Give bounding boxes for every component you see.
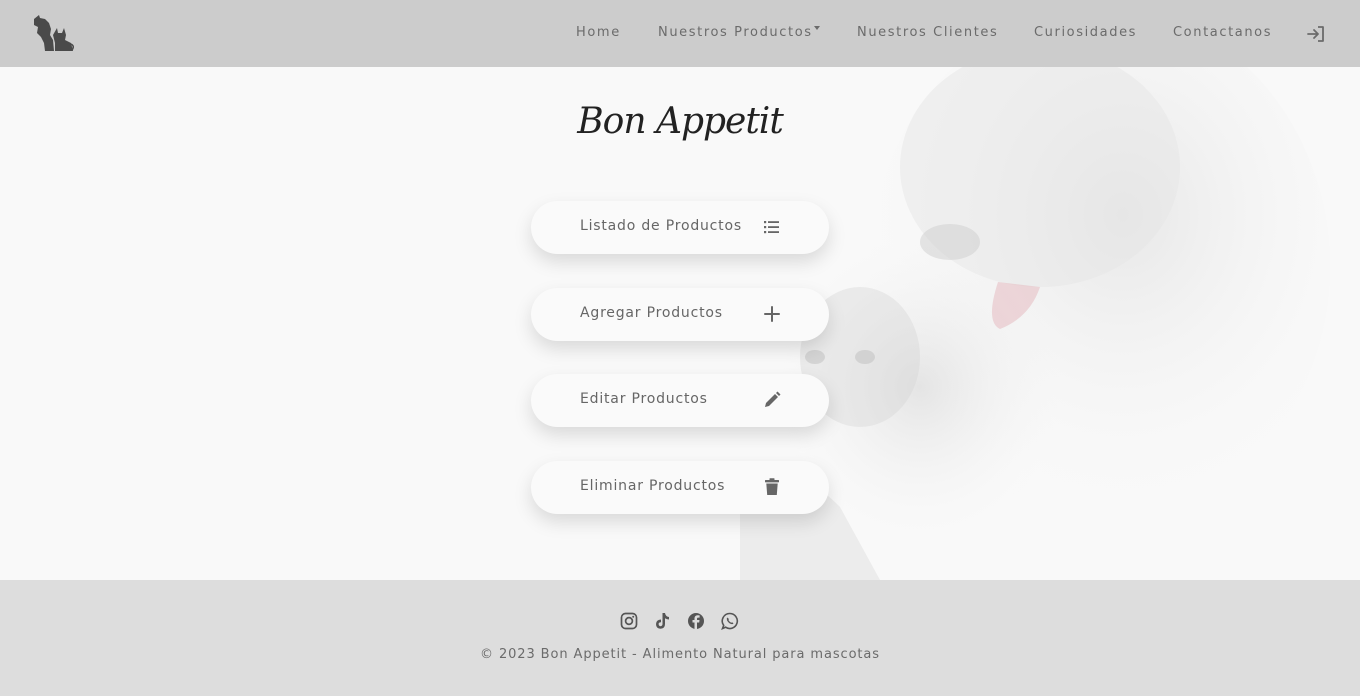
whatsapp-icon[interactable] [721,612,739,630]
sign-in-icon[interactable] [1307,25,1325,43]
nav-contacto-link[interactable]: Contactanos [1173,25,1272,40]
edit-products-label: Editar Productos [580,391,708,407]
chevron-down-icon [813,26,820,30]
tiktok-icon[interactable] [653,612,671,630]
nav-curiosidades-link[interactable]: Curiosidades [1034,25,1137,40]
pencil-icon [765,391,781,407]
list-products-label: Listado de Productos [580,218,742,234]
main-content: Bon Appetit Listado de Productos Agregar… [0,67,1360,580]
plus-icon [764,306,780,322]
list-products-button[interactable]: Listado de Productos [531,201,829,254]
nav-home-link[interactable]: Home [576,25,621,40]
delete-products-button[interactable]: Eliminar Productos [531,461,829,514]
nav-productos-dropdown[interactable]: Nuestros Productos [658,25,820,40]
delete-products-label: Eliminar Productos [580,478,726,494]
list-icon [764,221,779,234]
footer: © 2023 Bon Appetit - Alimento Natural pa… [0,580,1360,696]
dog-and-cat-background-image [740,67,1330,580]
page-title: Bon Appetit [577,101,784,142]
edit-products-button[interactable]: Editar Productos [531,374,829,427]
nav-clientes-link[interactable]: Nuestros Clientes [857,25,998,40]
copyright-text: © 2023 Bon Appetit - Alimento Natural pa… [480,647,880,662]
add-products-label: Agregar Productos [580,305,723,321]
instagram-icon[interactable] [620,612,638,630]
trash-icon [765,478,779,495]
add-products-button[interactable]: Agregar Productos [531,288,829,341]
facebook-icon[interactable] [687,612,705,630]
navbar: Home Nuestros Productos Nuestros Cliente… [0,0,1360,67]
dog-cat-logo-icon[interactable] [31,13,75,53]
nav-productos-label: Nuestros Productos [658,25,813,40]
